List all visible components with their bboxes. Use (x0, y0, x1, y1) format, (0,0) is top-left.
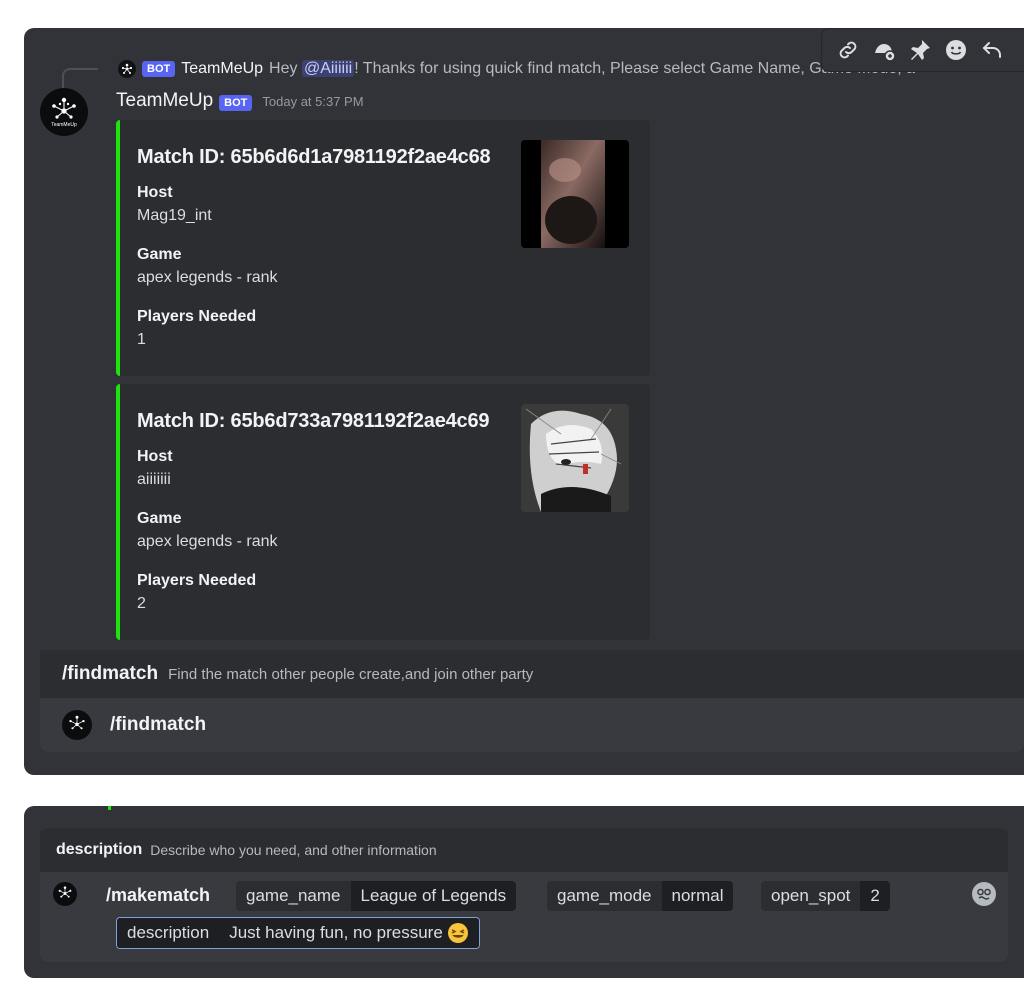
bot-avatar[interactable]: TeamMeUp (40, 88, 88, 136)
field-value: 1 (137, 331, 146, 348)
reply-author[interactable]: TeamMeUp (181, 60, 263, 78)
slash-command: /makematch (106, 885, 211, 905)
reply-text: Hey @Aiiiiii! Thanks for using quick fin… (269, 60, 916, 77)
reply-preview[interactable]: BOT TeamMeUp Hey @Aiiiiii! Thanks for us… (118, 58, 915, 80)
field-name: Host (137, 184, 173, 201)
option-value: Just having fun, no pressure (229, 923, 443, 942)
pin-icon[interactable] (906, 36, 934, 64)
reply-connector (62, 68, 98, 88)
option-key: game_mode (547, 881, 662, 911)
field-name: Host (137, 448, 173, 465)
option-key: description (117, 918, 220, 948)
chat-panel: BOT TeamMeUp Hey @Aiiiiii! Thanks for us… (24, 28, 1024, 775)
field-value: aiiiiiii (137, 471, 171, 488)
command-hint: /findmatch Find the match other people c… (40, 650, 1024, 698)
field-name: Game (137, 246, 182, 263)
svg-text:TeamMeUp: TeamMeUp (51, 122, 77, 128)
option-value-wrap: Just having fun, no pressure (219, 918, 479, 948)
user-mention[interactable]: @Aiiiiii (301, 60, 355, 77)
message-input[interactable]: /makematch game_name League of Legends g… (40, 872, 1008, 962)
option-description[interactable]: description Just having fun, no pressure (116, 917, 480, 949)
field-name: Game (137, 510, 182, 527)
command-option[interactable]: /findmatch (40, 698, 1024, 752)
option-open-spot[interactable]: open_spot 2 (761, 881, 890, 911)
embed-accent-fragment (108, 806, 111, 810)
reaction-add-icon[interactable] (870, 36, 898, 64)
field-value: apex legends - rank (137, 533, 278, 550)
bot-tag: BOT (219, 95, 253, 111)
option-value: 2 (860, 881, 890, 911)
laughing-emoji-icon (447, 923, 468, 943)
option-key: open_spot (761, 881, 861, 911)
command-option-label: /findmatch (110, 714, 207, 735)
match-embed: Match ID: 65b6d6d1a7981192f2ae4c68 Host … (116, 120, 650, 376)
composer-panel: description Describe who you need, and o… (24, 806, 1024, 978)
embed-thumbnail[interactable] (521, 140, 629, 248)
parameter-description: Describe who you need, and other informa… (150, 842, 437, 858)
field-name: Players Needed (137, 308, 257, 325)
bot-avatar (62, 710, 92, 740)
field-value: 2 (137, 595, 146, 612)
message-author[interactable]: TeamMeUp (116, 90, 213, 112)
bot-avatar (53, 882, 77, 906)
message-header: TeamMeUp BOT Today at 5:37 PM (116, 90, 364, 112)
reply-avatar (118, 60, 136, 78)
option-value: normal (661, 881, 734, 911)
reply-icon[interactable] (978, 36, 1006, 64)
match-embed: Match ID: 65b6d733a7981192f2ae4c69 Host … (116, 384, 650, 640)
option-game-name[interactable]: game_name League of Legends (236, 881, 517, 911)
message-toolbar (821, 28, 1024, 72)
embed-title: Match ID: 65b6d6d1a7981192f2ae4c68 (137, 146, 491, 168)
option-value: League of Legends (350, 881, 517, 911)
embed-thumbnail[interactable] (521, 404, 629, 512)
embed-title: Match ID: 65b6d733a7981192f2ae4c69 (137, 410, 490, 432)
bot-tag: BOT (142, 61, 176, 77)
field-value: Mag19_int (137, 207, 212, 224)
parameter-name: description (56, 841, 143, 858)
link-icon[interactable] (834, 36, 862, 64)
emoji-picker-icon[interactable] (972, 882, 996, 906)
field-name: Players Needed (137, 572, 257, 589)
message-timestamp: Today at 5:37 PM (262, 94, 364, 109)
option-game-mode[interactable]: game_mode normal (547, 881, 734, 911)
option-key: game_name (236, 881, 351, 911)
parameter-hint: description Describe who you need, and o… (40, 828, 1008, 872)
field-value: apex legends - rank (137, 269, 278, 286)
command-description: Find the match other people create,and j… (168, 665, 534, 683)
command-name: /findmatch (62, 663, 159, 684)
emoji-icon[interactable] (942, 36, 970, 64)
